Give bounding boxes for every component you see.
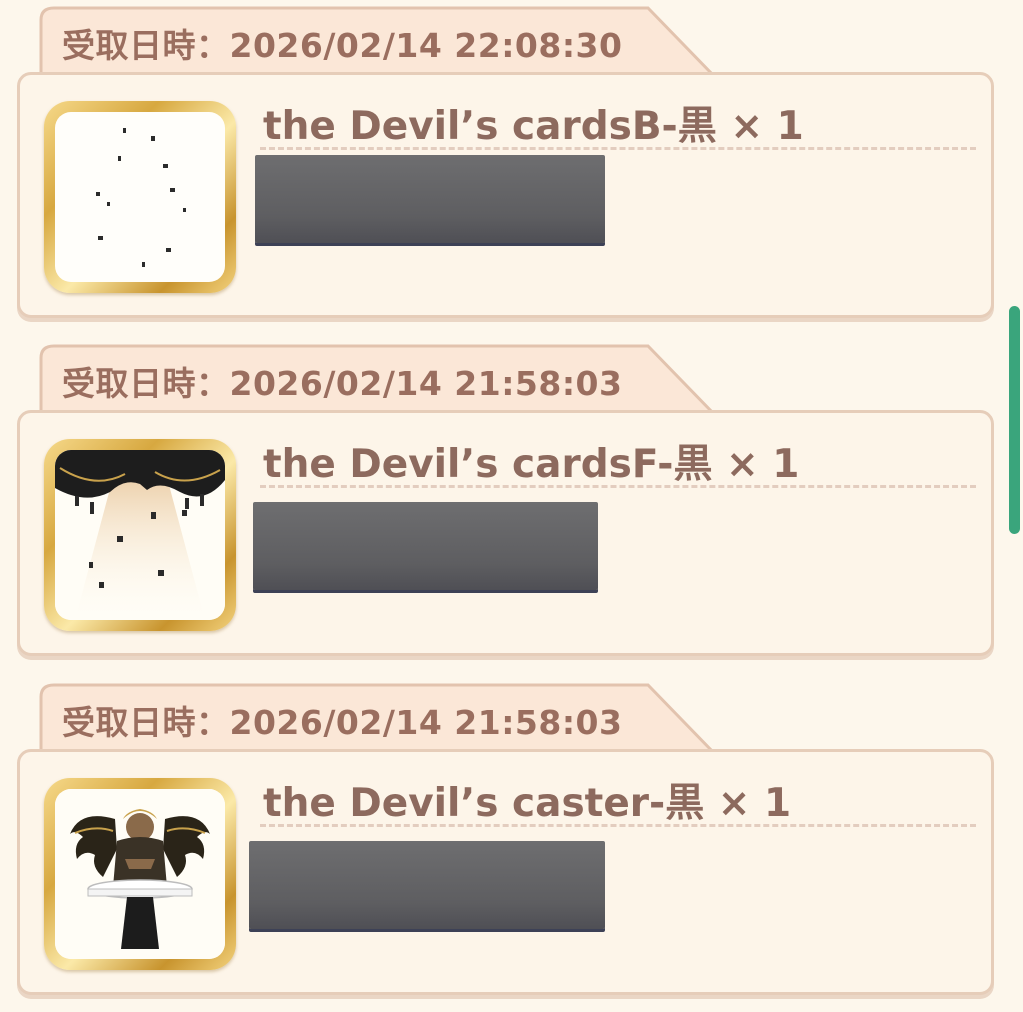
- item-card[interactable]: the Devil’s cardsB-黒 × 1: [17, 72, 994, 318]
- item-name: the Devil’s cardsF-黒 × 1: [263, 442, 800, 487]
- divider: [260, 147, 976, 150]
- item-name: the Devil’s cardsB-黒 × 1: [263, 104, 804, 149]
- received-date-label: 受取日時：2026/02/14 21:58:03: [62, 703, 623, 742]
- received-date-label: 受取日時：2026/02/14 21:58:03: [62, 364, 623, 403]
- item-thumbnail-frame: [44, 778, 236, 970]
- scrollbar-thumb[interactable]: [1009, 306, 1020, 534]
- scattered-cards-icon: [55, 112, 225, 282]
- received-date-tab: 受取日時：2026/02/14 21:58:03: [38, 681, 718, 753]
- item-name: the Devil’s caster-黒 × 1: [263, 781, 792, 826]
- item-card[interactable]: the Devil’s caster-黒 × 1: [17, 749, 994, 995]
- winged-caster-icon: [55, 789, 225, 959]
- gift-history-page: 受取日時：2026/02/14 22:08:30 the Devil’s car…: [0, 0, 1023, 1012]
- history-entry: 受取日時：2026/02/14 22:08:30 the Devil’s car…: [0, 0, 1000, 320]
- history-entry: 受取日時：2026/02/14 21:58:03: [0, 677, 1000, 997]
- received-date-tab: 受取日時：2026/02/14 22:08:30: [38, 4, 718, 76]
- item-thumbnail-frame: [44, 101, 236, 293]
- redacted-description: [255, 155, 605, 243]
- received-date-label: 受取日時：2026/02/14 22:08:30: [62, 26, 623, 65]
- curtain-cards-icon: [55, 450, 225, 620]
- item-card[interactable]: the Devil’s cardsF-黒 × 1: [17, 410, 994, 656]
- history-entry: 受取日時：2026/02/14 21:58:03: [0, 338, 1000, 658]
- divider: [260, 485, 976, 488]
- item-thumbnail-frame: [44, 439, 236, 631]
- received-date-tab: 受取日時：2026/02/14 21:58:03: [38, 342, 718, 414]
- divider: [260, 824, 976, 827]
- redacted-description: [249, 841, 605, 929]
- redacted-description: [253, 502, 598, 590]
